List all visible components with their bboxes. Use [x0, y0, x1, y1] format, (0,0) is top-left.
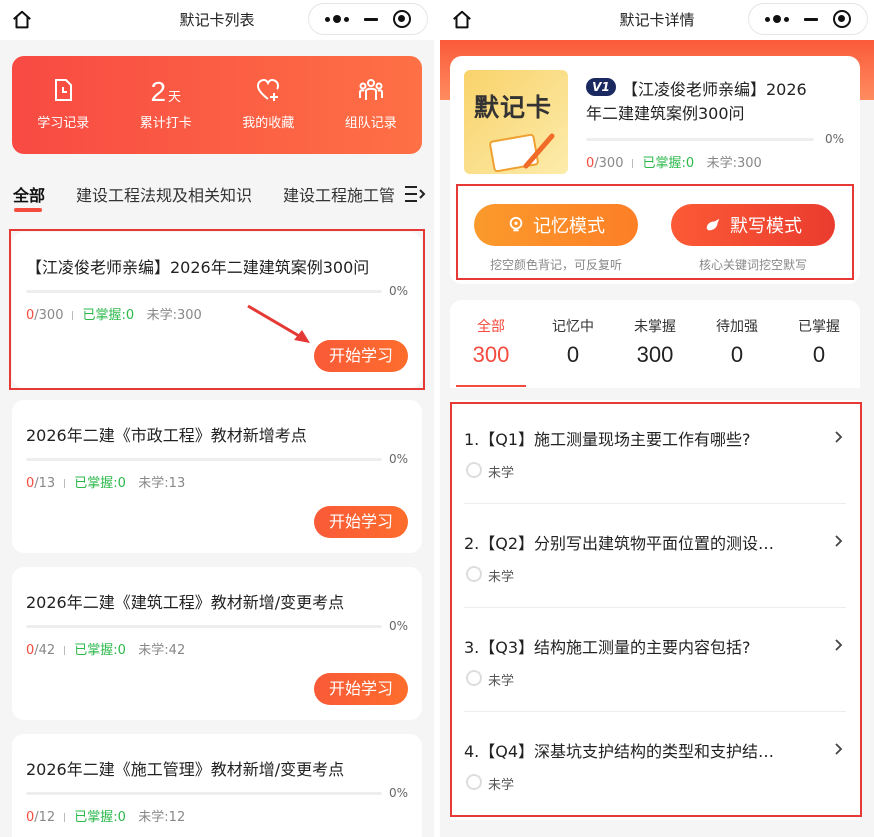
card-list-screen: 默记卡列表 学习记录 2天 累计打卡 我的收藏 组队记录 全部 建设工程法规及相… [0, 0, 434, 837]
deck-title-line1: 【江凌俊老师亲编】2026 [622, 80, 807, 99]
tab-status-to-strengthen[interactable]: 待加强 0 [698, 316, 776, 368]
banner-checkin-days[interactable]: 2天 累计打卡 [121, 76, 211, 131]
close-target-icon[interactable] [833, 10, 852, 28]
start-study-button[interactable]: 开始学习 [314, 506, 408, 538]
card-stats: 0/13 已掌握:0 未学:13 [26, 476, 186, 491]
progress-percent: 0% [824, 132, 844, 146]
cover-title: 默记卡 [474, 93, 553, 122]
progress-percent: 0% [388, 452, 408, 466]
deck-title-line2: 年二建建筑案例300问 [586, 104, 745, 123]
progress-percent: 0% [388, 619, 408, 633]
progress-bar [26, 792, 382, 795]
active-tab-indicator [456, 385, 526, 387]
notebook-pen-icon [489, 133, 555, 172]
card-title: 2026年二建《市政工程》教材新增考点 [26, 426, 307, 445]
nav-bar: 默记卡列表 [0, 0, 434, 40]
banner-label: 累计打卡 [139, 116, 192, 131]
deck-info: 默记卡 V1 【江凌俊老师亲编】2026 年二建建筑案例300问 0% 0/30… [450, 56, 860, 186]
favorite-heart-icon [257, 78, 280, 101]
menu-more-icon [405, 186, 426, 202]
more-icon[interactable] [764, 15, 789, 23]
progress-bar [586, 138, 814, 141]
banner-label: 我的收藏 [242, 116, 295, 131]
mini-program-capsule [308, 3, 428, 35]
progress-percent: 0% [388, 786, 408, 800]
card-title: 2026年二建《建筑工程》教材新增/变更考点 [26, 593, 345, 612]
version-badge: V1 [586, 78, 616, 96]
highlight-box [9, 229, 425, 390]
card-detail-screen: 默记卡详情 默记卡 V1 【江凌俊老师亲编】2026 年二建建筑案例300问 0… [440, 0, 874, 837]
banner-favorites[interactable]: 我的收藏 [223, 76, 313, 131]
card-item[interactable]: 2026年二建《市政工程》教材新增考点 0% 0/13 已掌握:0 未学:13 开… [12, 400, 422, 553]
category-tabs: 全部 建设工程法规及相关知识 建设工程施工管 [0, 170, 434, 218]
progress-bar [26, 625, 382, 628]
tab-more-menu[interactable] [402, 182, 428, 206]
card-item[interactable]: 2026年二建《建筑工程》教材新增/变更考点 0% 0/42 已掌握:0 未学:4… [12, 567, 422, 720]
card-title: 2026年二建《施工管理》教材新增/变更考点 [26, 760, 345, 779]
card-stats: 0/12 已掌握:0 未学:12 [26, 810, 186, 825]
tab-status-mastered[interactable]: 已掌握 0 [780, 316, 858, 368]
banner-study-record[interactable]: 学习记录 [18, 76, 108, 131]
tab-status-unmastered[interactable]: 未掌握 300 [616, 316, 694, 368]
banner-label: 组队记录 [344, 116, 397, 131]
deck-cover: 默记卡 [464, 70, 568, 174]
nav-bar: 默记卡详情 [440, 0, 874, 40]
close-target-icon[interactable] [393, 10, 412, 28]
tab-law[interactable]: 建设工程法规及相关知识 [76, 182, 252, 206]
start-study-button[interactable]: 开始学习 [314, 673, 408, 705]
minimize-icon[interactable] [803, 17, 818, 21]
card-item[interactable]: 2026年二建《施工管理》教材新增/变更考点 0% 0/12 已掌握:0 未学:1… [12, 734, 422, 837]
team-group-icon [358, 79, 383, 100]
checkin-count: 2天 [150, 76, 182, 107]
home-icon[interactable] [451, 9, 473, 31]
deck-stats: 0/300 已掌握:0 未学:300 [586, 156, 762, 171]
more-icon[interactable] [324, 15, 349, 23]
banner-label: 学习记录 [37, 116, 90, 131]
active-tab-indicator [14, 208, 42, 212]
tab-all[interactable]: 全部 [13, 182, 45, 206]
tab-status-memorizing[interactable]: 记忆中 0 [534, 316, 612, 368]
study-record-icon [55, 79, 73, 101]
mini-program-capsule [748, 3, 868, 35]
home-icon[interactable] [11, 9, 33, 31]
tab-status-all[interactable]: 全部 300 [452, 316, 530, 387]
card-stats: 0/42 已掌握:0 未学:42 [26, 643, 186, 658]
pointer-arrow-icon [247, 304, 310, 343]
status-tabs: 全部 300 记忆中 0 未掌握 300 待加强 0 已掌握 0 [450, 300, 860, 388]
highlight-box [456, 184, 854, 280]
banner-team-record[interactable]: 组队记录 [326, 76, 416, 131]
tab-construction-management[interactable]: 建设工程施工管 [283, 182, 395, 206]
minimize-icon[interactable] [363, 17, 378, 21]
progress-bar [26, 458, 382, 461]
highlight-box [450, 402, 862, 817]
stats-banner: 学习记录 2天 累计打卡 我的收藏 组队记录 [12, 56, 422, 154]
